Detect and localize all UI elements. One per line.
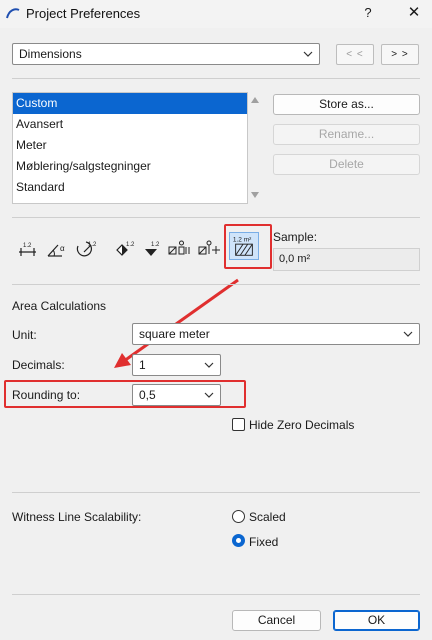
scroll-up-icon[interactable] (251, 97, 259, 103)
scheme-item-avansert[interactable]: Avansert (13, 114, 247, 135)
rounding-highlight-annotation (4, 380, 246, 408)
unit-value: square meter (139, 327, 210, 341)
rename-button[interactable]: Rename... (273, 124, 420, 145)
angle-dimension-icon[interactable]: α (45, 236, 69, 260)
decimals-label: Decimals: (12, 358, 65, 372)
linear-dimension-icon[interactable]: 1.2 (16, 236, 40, 260)
divider (12, 78, 420, 79)
delete-button[interactable]: Delete (273, 154, 420, 175)
angle-dimension-badge: α (60, 244, 65, 253)
store-as-button[interactable]: Store as... (273, 94, 420, 115)
door-window-dimension-icon[interactable] (168, 236, 192, 260)
linear-dimension-badge: 1.2 (23, 243, 32, 249)
sample-label: Sample: (273, 230, 318, 244)
help-button[interactable]: ? (356, 3, 380, 25)
area-calculations-title: Area Calculations (12, 299, 107, 313)
radial-dimension-icon[interactable]: 1.2 (74, 236, 98, 260)
preference-page-dropdown[interactable]: Dimensions (12, 43, 320, 65)
title-bar: Project Preferences ? ✕ (0, 0, 432, 28)
window-title: Project Preferences (26, 6, 141, 21)
next-page-button[interactable]: > > (381, 44, 419, 65)
chevron-down-icon (204, 362, 214, 368)
fixed-radio[interactable] (232, 534, 245, 547)
close-button[interactable]: ✕ (402, 3, 426, 25)
chevron-down-icon (303, 51, 313, 57)
decimals-value: 1 (139, 358, 146, 372)
scheme-item-meter[interactable]: Meter (13, 135, 247, 156)
sill-height-dimension-icon[interactable] (198, 236, 222, 260)
unit-label: Unit: (12, 328, 37, 342)
scaled-radio-label[interactable]: Scaled (249, 510, 286, 524)
level-dimension-badge: 1.2 (126, 242, 135, 248)
area-icon-highlight-annotation (224, 224, 272, 269)
fixed-radio-label[interactable]: Fixed (249, 535, 278, 549)
scheme-item-custom[interactable]: Custom (13, 93, 247, 114)
ok-button[interactable]: OK (333, 610, 420, 631)
app-logo-icon (6, 8, 20, 19)
radial-dimension-badge: 1.2 (88, 242, 97, 248)
scroll-down-icon[interactable] (251, 192, 259, 198)
scheme-list[interactable]: Custom Avansert Meter Møblering/salgsteg… (12, 92, 248, 204)
divider (12, 217, 420, 218)
elevation-dimension-badge: 1.2 (151, 242, 160, 248)
divider (12, 284, 420, 285)
unit-dropdown[interactable]: square meter (132, 323, 420, 345)
divider (12, 594, 420, 595)
scaled-radio[interactable] (232, 510, 245, 523)
divider (12, 492, 420, 493)
decimals-dropdown[interactable]: 1 (132, 354, 221, 376)
chevron-down-icon (403, 331, 413, 337)
hide-zero-decimals-label[interactable]: Hide Zero Decimals (249, 418, 354, 432)
sample-preview: 0,0 m² (273, 248, 420, 271)
elevation-dimension-icon[interactable]: 1.2 (142, 236, 166, 260)
cancel-button[interactable]: Cancel (232, 610, 321, 631)
previous-page-button[interactable]: < < (336, 44, 374, 65)
level-dimension-icon[interactable]: 1.2 (113, 236, 137, 260)
scheme-item-moblering[interactable]: Møblering/salgstegninger (13, 156, 247, 177)
hide-zero-decimals-checkbox[interactable] (232, 418, 245, 431)
sample-value: 0,0 m² (279, 253, 311, 265)
scheme-item-standard[interactable]: Standard (13, 177, 247, 198)
witness-line-label: Witness Line Scalability: (12, 510, 142, 524)
preference-page-value: Dimensions (19, 47, 82, 61)
